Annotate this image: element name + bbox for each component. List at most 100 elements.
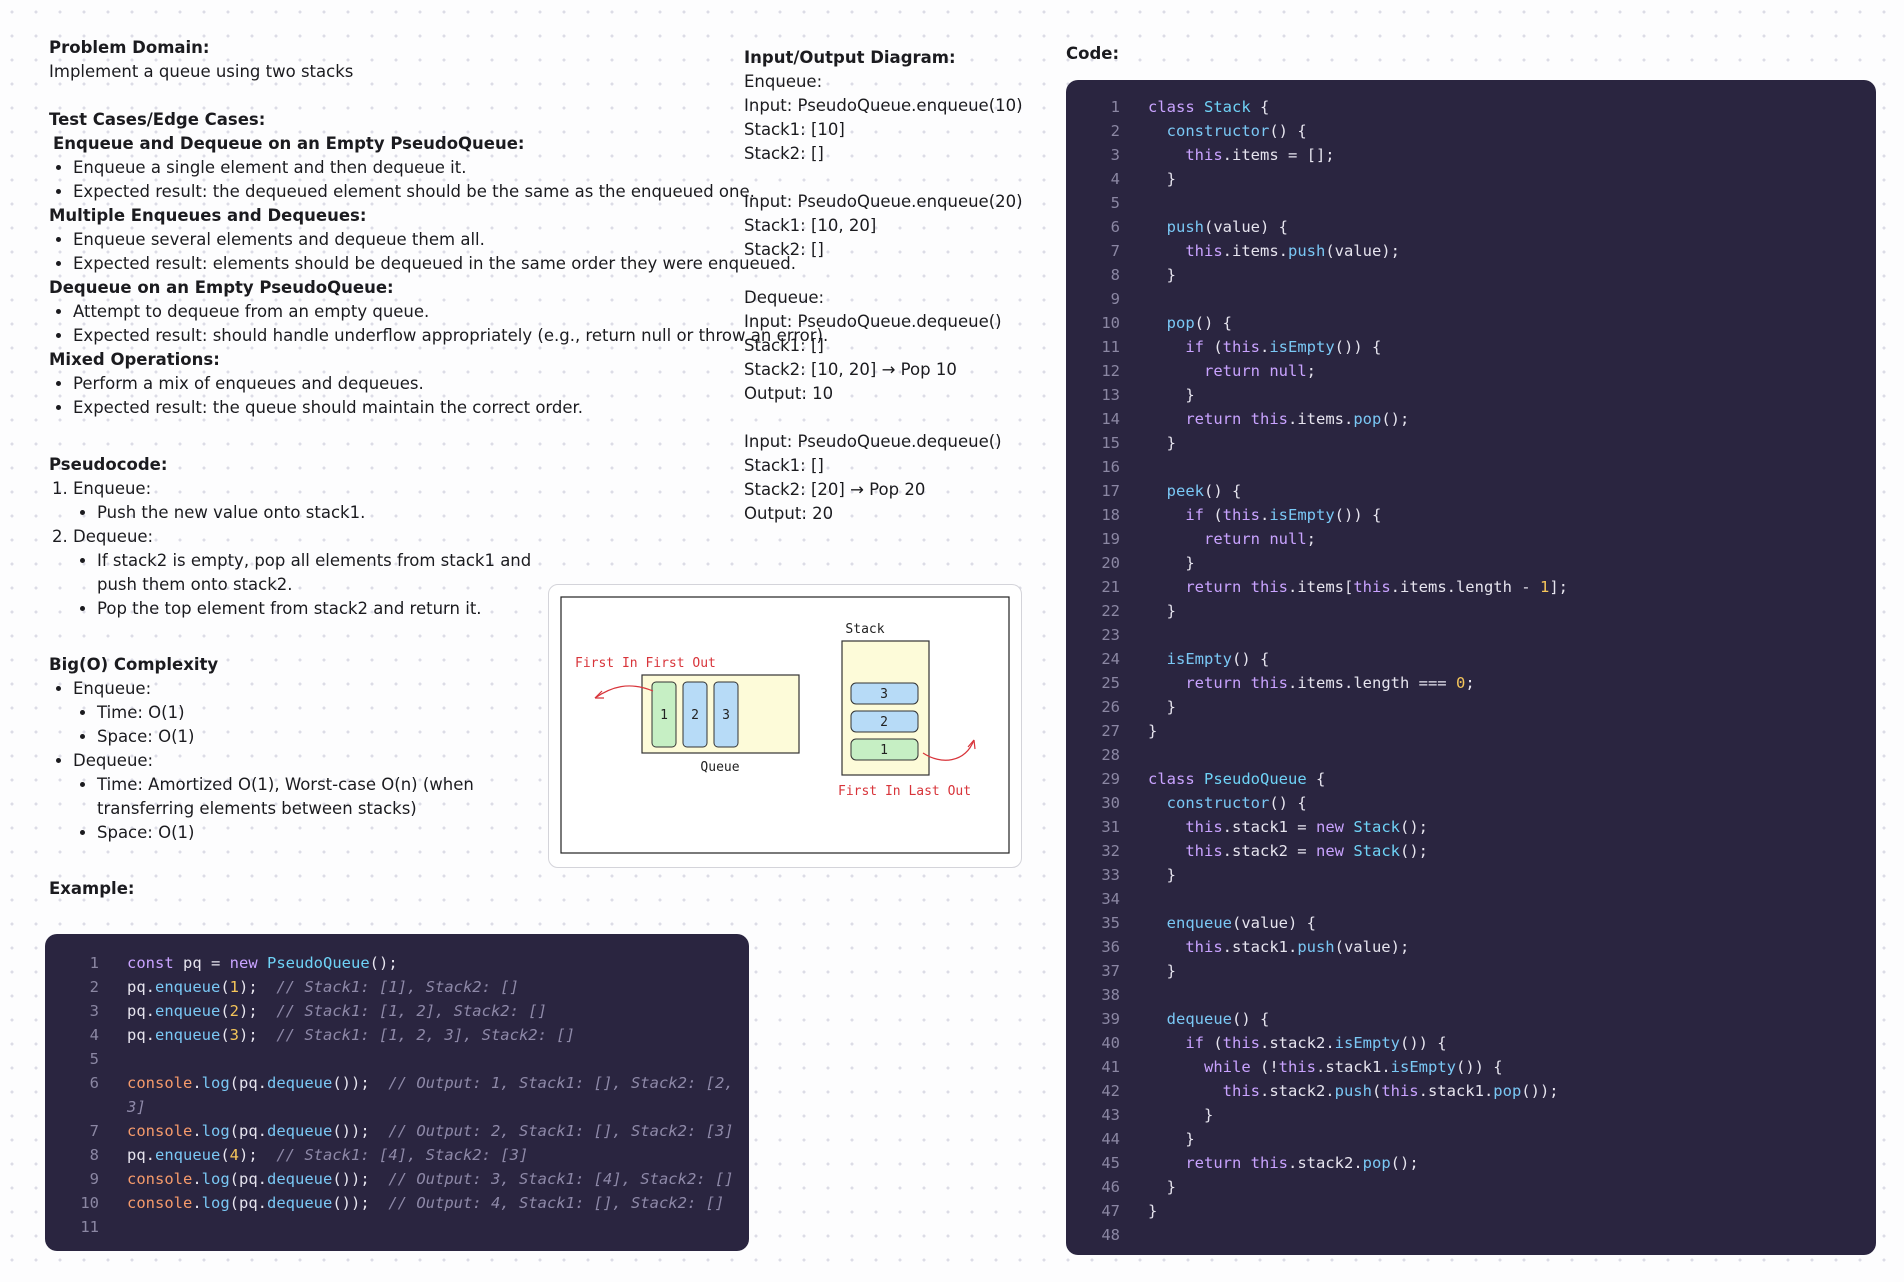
code-heading: Code: xyxy=(1066,44,1120,63)
code-line: 29 class PseudoQueue { xyxy=(1101,770,1326,788)
code-line: 38 xyxy=(1101,986,1120,1004)
code-line: 48 xyxy=(1101,1226,1120,1244)
code-line: 40 if (this.stack2.isEmpty()) { xyxy=(1101,1034,1447,1052)
pseudocode-list: Enqueue: Push the new value onto stack1.… xyxy=(49,477,531,621)
io-line: Output: 20 xyxy=(744,504,834,523)
bigo-item: Dequeue: xyxy=(73,751,154,770)
code-line: 27} xyxy=(1101,722,1158,740)
example-heading: Example: xyxy=(49,879,135,898)
code-line: 37 } xyxy=(1101,962,1176,980)
code-line: 45 return this.stack2.pop(); xyxy=(1101,1154,1419,1172)
bigo-item: Space: O(1) xyxy=(97,725,474,749)
code-line: 6 push(value) { xyxy=(1110,218,1288,236)
io-line xyxy=(744,406,1023,430)
code-line: 11 xyxy=(80,1218,99,1236)
io-line: Enqueue: xyxy=(744,72,823,91)
code-line: 39 dequeue() { xyxy=(1101,1010,1270,1028)
test-group-title: Dequeue on an Empty PseudoQueue: xyxy=(49,278,394,297)
code-line: 9 console.log(pq.dequeue()); // Output: 3… xyxy=(89,1170,734,1188)
test-group-title: Enqueue and Dequeue on an Empty PseudoQu… xyxy=(53,134,525,153)
diagram-svg: 1 2 3 First In First Out Queue Stack 3 2… xyxy=(560,596,1010,854)
test-item: Attempt to dequeue from an empty queue. xyxy=(73,300,828,324)
code-line: 6 console.log(pq.dequeue()); // Output: 1… xyxy=(89,1074,734,1092)
code-line: 28 xyxy=(1101,746,1120,764)
queue-item-label: 1 xyxy=(660,708,668,723)
pseudocode-heading: Pseudocode: xyxy=(49,455,168,474)
test-cases-list: Enqueue and Dequeue on an Empty PseudoQu… xyxy=(49,132,828,420)
io-diagram-heading: Input/Output Diagram: xyxy=(744,48,956,67)
code-line: 47} xyxy=(1101,1202,1158,1220)
test-item: Expected result: the dequeued element sh… xyxy=(73,180,828,204)
code-line: 21 return this.items[this.items.length -… xyxy=(1101,578,1568,596)
io-line: Input: PseudoQueue.enqueue(20) xyxy=(744,192,1023,211)
code-line: 44 } xyxy=(1101,1130,1195,1148)
code-line: 3] xyxy=(127,1098,146,1116)
code-line: 33 } xyxy=(1101,866,1176,884)
bigo-heading: Big(O) Complexity xyxy=(49,655,219,674)
test-group-title: Multiple Enqueues and Dequeues: xyxy=(49,206,367,225)
problem-domain-heading: Problem Domain: xyxy=(49,38,210,57)
io-line xyxy=(744,166,1023,190)
io-line: Stack2: [10, 20] → Pop 10 xyxy=(744,360,957,379)
code-line: 19 return null; xyxy=(1101,530,1317,548)
code-line: 15 } xyxy=(1101,434,1176,452)
code-line: 12 return null; xyxy=(1101,362,1317,380)
io-line: Input: PseudoQueue.dequeue() xyxy=(744,432,1002,451)
problem-domain-text: Implement a queue using two stacks xyxy=(49,62,354,81)
io-line: Dequeue: xyxy=(744,288,825,307)
io-line: Stack2: [20] → Pop 20 xyxy=(744,480,926,499)
test-item: Enqueue several elements and dequeue the… xyxy=(73,228,828,252)
pseudocode-step: Dequeue: xyxy=(73,527,154,546)
queue-stack-diagram: 1 2 3 First In First Out Queue Stack 3 2… xyxy=(548,584,1022,868)
io-lines: Enqueue: Input: PseudoQueue.enqueue(10) … xyxy=(744,70,1023,526)
test-item: Expected result: should handle underflow… xyxy=(73,324,828,348)
code-line: 30 constructor() { xyxy=(1101,794,1307,812)
class-code-block: 1 class Stack { 2 constructor() { 3 this.… xyxy=(1066,80,1876,1255)
io-line: Stack1: [10, 20] xyxy=(744,216,877,235)
code-line: 1 const pq = new PseudoQueue(); xyxy=(89,954,398,972)
io-line: Output: 10 xyxy=(744,384,834,403)
code-line: 16 xyxy=(1101,458,1120,476)
code-line: 7 console.log(pq.dequeue()); // Output: 2… xyxy=(89,1122,734,1140)
stack-item-label: 3 xyxy=(880,687,888,702)
pseudocode-step: Enqueue: xyxy=(73,479,152,498)
code-line: 1 class Stack { xyxy=(1110,98,1270,116)
code-line: 5 xyxy=(1110,194,1120,212)
test-item: Expected result: elements should be dequ… xyxy=(73,252,828,276)
bigo-list: Enqueue: Time: O(1) Space: O(1) Dequeue:… xyxy=(49,677,474,845)
queue-item-label: 3 xyxy=(722,708,730,723)
example-code-block: 1 const pq = new PseudoQueue(); 2 pq.enque… xyxy=(45,934,749,1251)
code-line: 20 } xyxy=(1101,554,1195,572)
io-line: Stack2: [] xyxy=(744,240,824,259)
pseudocode-item: push them onto stack2. xyxy=(97,575,293,594)
fifo-label: First In First Out xyxy=(575,656,716,671)
lifo-label: First In Last Out xyxy=(838,784,971,799)
code-line: 26 } xyxy=(1101,698,1176,716)
code-line: 13 } xyxy=(1101,386,1195,404)
code-line: 25 return this.items.length === 0; xyxy=(1101,674,1475,692)
code-line: 11 if (this.isEmpty()) { xyxy=(1101,338,1382,356)
code-line: 41 while (!this.stack1.isEmpty()) { xyxy=(1101,1058,1503,1076)
code-line: 4 } xyxy=(1110,170,1176,188)
code-line: 23 xyxy=(1101,626,1120,644)
pseudocode-item: If stack2 is empty, pop all elements fro… xyxy=(97,551,532,570)
code-line: 35 enqueue(value) { xyxy=(1101,914,1316,932)
code-line: 7 this.items.push(value); xyxy=(1110,242,1400,260)
test-item: Expected result: the queue should mainta… xyxy=(73,396,828,420)
code-line: 32 this.stack2 = new Stack(); xyxy=(1101,842,1428,860)
code-line: 2 constructor() { xyxy=(1110,122,1307,140)
io-line: Input: PseudoQueue.enqueue(10) xyxy=(744,96,1023,115)
bigo-item: Space: O(1) xyxy=(97,821,474,845)
code-line: 2 pq.enqueue(1); // Stack1: [1], Stack2: … xyxy=(89,978,519,996)
code-line: 8 } xyxy=(1110,266,1176,284)
io-line: Stack1: [] xyxy=(744,336,824,355)
code-line: 34 xyxy=(1101,890,1120,908)
code-line: 31 this.stack1 = new Stack(); xyxy=(1101,818,1428,836)
code-line: 14 return this.items.pop(); xyxy=(1101,410,1410,428)
bigo-item: transferring elements between stacks) xyxy=(97,799,417,818)
bigo-item: Time: Amortized O(1), Worst-case O(n) (w… xyxy=(97,775,474,794)
code-line: 3 this.items = []; xyxy=(1110,146,1335,164)
code-line: 9 xyxy=(1110,290,1120,308)
code-line: 24 isEmpty() { xyxy=(1101,650,1270,668)
code-line: 42 this.stack2.push(this.stack1.pop()); xyxy=(1101,1082,1559,1100)
